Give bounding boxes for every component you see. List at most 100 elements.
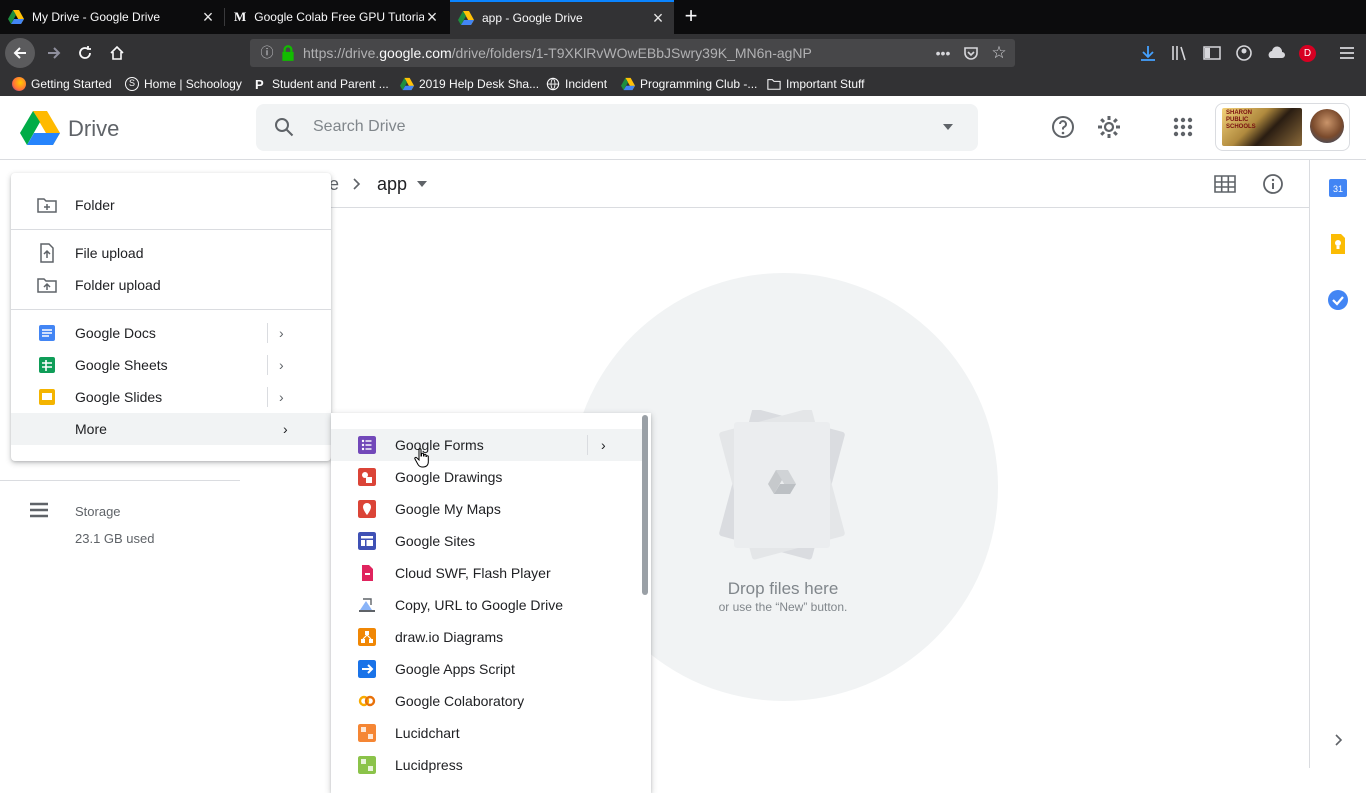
bookmark-getting-started[interactable]: Getting Started: [12, 75, 112, 93]
firefox-icon: [12, 77, 26, 91]
menu-item-folder[interactable]: Folder: [11, 189, 331, 221]
menu-item-google-sheets[interactable]: Google Sheets ›: [11, 349, 331, 381]
browser-navigation-bar: ⓘ https://drive.google.com/drive/folders…: [0, 34, 1366, 72]
search-placeholder: Search Drive: [313, 118, 406, 135]
drive-logo-icon[interactable]: [20, 111, 60, 145]
search-drive-input[interactable]: Search Drive: [256, 104, 978, 151]
submenu-item-lucidpress[interactable]: Lucidpress: [331, 749, 643, 781]
close-tab-icon[interactable]: ×: [424, 7, 440, 28]
chevron-right-icon[interactable]: ›: [279, 357, 284, 373]
new-folder-icon: [37, 198, 57, 213]
profile-badge[interactable]: D: [1299, 45, 1316, 62]
tasks-icon[interactable]: [1328, 290, 1348, 310]
bookmark-label: Incident: [565, 77, 608, 91]
drive-favicon-icon: [458, 11, 474, 25]
address-bar[interactable]: ⓘ https://drive.google.com/drive/folders…: [250, 39, 1015, 67]
submenu-item-google-sites[interactable]: Google Sites: [331, 525, 643, 557]
close-tab-icon[interactable]: ×: [200, 7, 216, 28]
submenu-item-copy-url[interactable]: Copy, URL to Google Drive: [331, 589, 643, 621]
bookmark-folder-important-stuff[interactable]: Important Stuff: [767, 75, 865, 93]
close-tab-icon[interactable]: ×: [650, 8, 666, 29]
menu-item-label: Folder: [75, 197, 115, 213]
settings-gear-icon[interactable]: [1095, 113, 1123, 141]
pocket-icon[interactable]: [962, 44, 980, 62]
account-icon[interactable]: [1234, 44, 1254, 62]
bookmark-schoology[interactable]: S Home | Schoology: [125, 75, 242, 93]
menu-item-google-slides[interactable]: Google Slides ›: [11, 381, 331, 413]
account-switcher[interactable]: SHARON PUBLIC SCHOOLS: [1215, 103, 1350, 151]
submenu-item-label: Cloud SWF, Flash Player: [395, 565, 551, 581]
info-icon[interactable]: ⓘ: [258, 44, 276, 62]
hamburger-menu-icon[interactable]: [1337, 44, 1357, 62]
submenu-scrollbar[interactable]: [642, 415, 648, 595]
url-text: https://drive.google.com/drive/folders/1…: [303, 45, 812, 61]
bookmark-star-icon[interactable]: ☆: [990, 44, 1008, 62]
swf-player-icon: [362, 565, 373, 581]
page-actions-icon[interactable]: •••: [934, 44, 952, 62]
bookmark-help-desk[interactable]: 2019 Help Desk Sha...: [400, 75, 539, 93]
submenu-item-google-colaboratory[interactable]: Google Colaboratory: [331, 685, 643, 717]
sidebar-icon[interactable]: [1202, 44, 1222, 62]
submenu-item-cloud-swf[interactable]: Cloud SWF, Flash Player: [331, 557, 643, 589]
bookmark-student-parent[interactable]: P Student and Parent ...: [255, 75, 389, 93]
drive-icon: [621, 77, 635, 91]
submenu-item-label: Lucidchart: [395, 725, 460, 741]
menu-item-label: Google Docs: [75, 325, 156, 341]
menu-item-file-upload[interactable]: File upload: [11, 237, 331, 269]
grid-view-icon[interactable]: [1214, 175, 1236, 193]
menu-item-divider: [267, 323, 268, 343]
menu-item-more[interactable]: More ›: [11, 413, 331, 445]
drive-favicon-icon: [8, 10, 24, 24]
menu-item-label: More: [75, 421, 107, 437]
bookmark-incident[interactable]: Incident: [546, 75, 607, 93]
extension-cloud-icon[interactable]: [1266, 44, 1286, 62]
chevron-right-icon[interactable]: ›: [601, 437, 606, 453]
breadcrumb-current-folder[interactable]: app: [377, 174, 407, 195]
reload-button[interactable]: [71, 39, 99, 67]
menu-item-label: Folder upload: [75, 277, 161, 293]
submenu-item-google-my-maps[interactable]: Google My Maps: [331, 493, 643, 525]
keep-icon[interactable]: [1329, 234, 1347, 254]
menu-item-divider: [267, 387, 268, 407]
home-button[interactable]: [103, 39, 131, 67]
library-icon[interactable]: [1170, 44, 1190, 62]
new-tab-button[interactable]: +: [680, 4, 702, 28]
drive-icon: [400, 77, 414, 91]
chevron-right-icon[interactable]: ›: [279, 325, 284, 341]
menu-item-google-docs[interactable]: Google Docs ›: [11, 317, 331, 349]
bookmark-programming-club[interactable]: Programming Club -...: [621, 75, 757, 93]
menu-item-label: File upload: [75, 245, 144, 261]
breadcrumb: e app: [240, 160, 1309, 208]
avatar[interactable]: [1310, 109, 1344, 143]
search-options-dropdown-icon[interactable]: [942, 123, 954, 131]
downloads-icon[interactable]: [1138, 44, 1158, 62]
menu-item-folder-upload[interactable]: Folder upload: [11, 269, 331, 301]
submenu-item-google-apps-script[interactable]: Google Apps Script: [331, 653, 643, 685]
submenu-item-google-drawings[interactable]: Google Drawings: [331, 461, 643, 493]
apps-grid-icon[interactable]: [1169, 113, 1197, 141]
submenu-item-label: draw.io Diagrams: [395, 629, 504, 645]
lucidpress-icon: [358, 756, 376, 774]
bookmark-label: Programming Club -...: [640, 77, 758, 91]
forward-button[interactable]: [40, 39, 68, 67]
calendar-icon[interactable]: 31: [1329, 179, 1347, 197]
submenu-item-drawio[interactable]: draw.io Diagrams: [331, 621, 643, 653]
drive-logo-text[interactable]: Drive: [68, 116, 119, 142]
browser-tab-my-drive[interactable]: My Drive - Google Drive ×: [0, 0, 224, 34]
bookmark-label: Home | Schoology: [144, 77, 242, 91]
browser-tab-app-drive[interactable]: app - Google Drive ×: [450, 0, 674, 34]
expand-panel-chevron-icon[interactable]: [1333, 733, 1343, 747]
drawio-icon: [358, 628, 376, 646]
submenu-item-google-forms[interactable]: Google Forms ›: [331, 429, 643, 461]
chevron-right-icon[interactable]: ›: [279, 389, 284, 405]
search-icon[interactable]: [274, 117, 294, 137]
p-icon: P: [255, 77, 264, 92]
tab-title: app - Google Drive: [482, 11, 583, 25]
back-button[interactable]: [5, 38, 35, 68]
folder-menu-dropdown-icon[interactable]: [417, 181, 427, 187]
submenu-item-lucidchart[interactable]: Lucidchart: [331, 717, 643, 749]
lucidchart-icon: [358, 724, 376, 742]
details-info-icon[interactable]: [1262, 173, 1284, 195]
help-icon[interactable]: [1049, 113, 1077, 141]
browser-tab-colab-tutorial[interactable]: M Google Colab Free GPU Tutorial ×: [226, 0, 448, 34]
